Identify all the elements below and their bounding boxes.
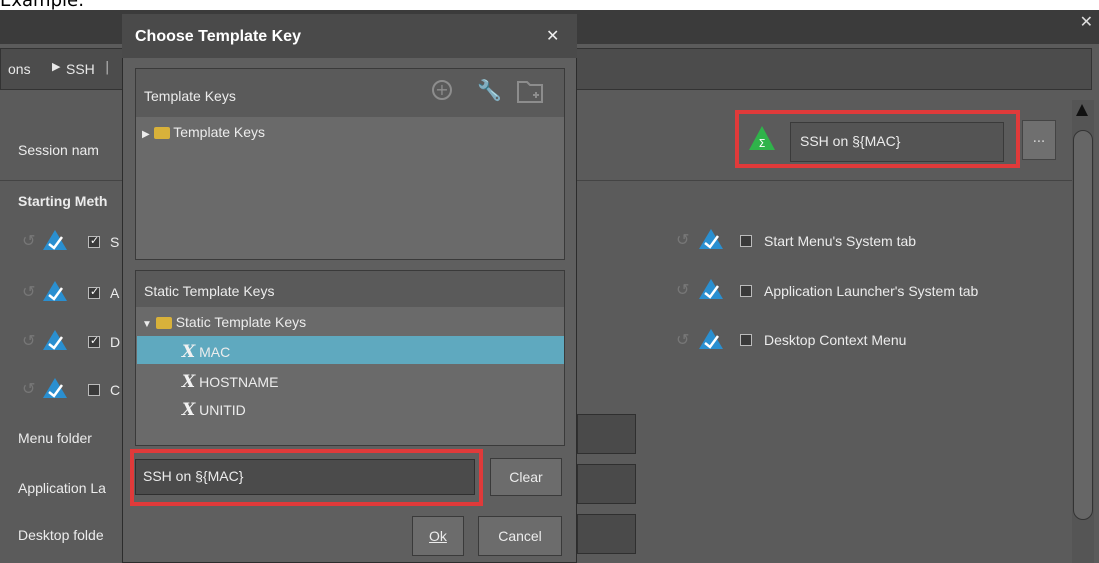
folder-icon bbox=[153, 127, 170, 140]
start-option-label: D bbox=[110, 334, 121, 350]
background-close-icon[interactable]: ✕ bbox=[1080, 12, 1093, 31]
start-option-checkbox[interactable] bbox=[88, 285, 100, 299]
checkmark-triangle-icon bbox=[699, 279, 723, 299]
reset-icon: ↺ bbox=[22, 282, 36, 301]
expand-arrow-icon[interactable]: ▶ bbox=[142, 129, 150, 140]
start-option-label: C bbox=[110, 382, 121, 398]
desktop-context-checkbox[interactable] bbox=[740, 334, 752, 346]
checkmark-triangle-icon bbox=[43, 378, 67, 398]
start-menu-checkbox[interactable] bbox=[740, 235, 752, 247]
cancel-button[interactable]: Cancel bbox=[478, 516, 562, 556]
start-option-checkbox[interactable] bbox=[88, 334, 100, 348]
new-folder-icon[interactable] bbox=[516, 78, 546, 104]
add-icon[interactable]: + bbox=[432, 80, 452, 100]
reset-icon: ↺ bbox=[22, 231, 36, 250]
desktop-context-label: Desktop Context Menu bbox=[764, 332, 907, 348]
static-template-keys-title: Static Template Keys bbox=[144, 283, 275, 299]
static-tree-root[interactable]: ▼ Static Template Keys bbox=[142, 314, 306, 330]
section-title: Starting Meth bbox=[18, 193, 108, 209]
breadcrumb-separator-icon: ▶ bbox=[52, 60, 61, 73]
desktop-folder-label: Desktop folde bbox=[18, 527, 104, 543]
reset-icon: ↺ bbox=[676, 330, 690, 349]
app-launcher-checkbox[interactable] bbox=[740, 285, 752, 297]
breadcrumb-separator-icon: | bbox=[105, 60, 110, 75]
tree-item[interactable]: X MAC bbox=[182, 342, 230, 362]
app-launcher-folder-input[interactable] bbox=[577, 464, 636, 504]
tree-item[interactable]: X HOSTNAME bbox=[182, 372, 278, 392]
folder-icon bbox=[155, 317, 172, 330]
tree-node-label: Template Keys bbox=[173, 124, 266, 140]
app-launcher-label: Application Launcher's System tab bbox=[764, 283, 979, 299]
checkmark-triangle-icon bbox=[43, 330, 67, 350]
wrench-icon[interactable]: 🔧 bbox=[477, 78, 502, 102]
breadcrumb-item[interactable]: ons bbox=[8, 61, 31, 77]
variable-x-icon: X bbox=[182, 372, 196, 392]
tree-node-label: Static Template Keys bbox=[175, 314, 307, 330]
variable-x-icon: X bbox=[182, 400, 196, 420]
menu-folder-input[interactable] bbox=[577, 414, 636, 454]
tree-item[interactable]: X UNITID bbox=[182, 400, 246, 420]
dialog-close-icon[interactable]: ✕ bbox=[546, 26, 559, 45]
reset-icon: ↺ bbox=[22, 379, 36, 398]
start-option-checkbox[interactable] bbox=[88, 234, 100, 248]
scroll-up-arrow-icon[interactable] bbox=[1076, 104, 1088, 116]
start-option-label: A bbox=[110, 285, 120, 301]
tree-item-label: HOSTNAME bbox=[199, 374, 279, 390]
checkmark-triangle-icon bbox=[43, 230, 67, 250]
browse-button[interactable]: ... bbox=[1022, 120, 1056, 160]
ok-label: Ok bbox=[429, 528, 447, 544]
template-keys-tree-root[interactable]: ▶ Template Keys bbox=[142, 124, 265, 140]
checkmark-triangle-icon bbox=[699, 329, 723, 349]
breadcrumb-item[interactable]: SSH bbox=[66, 61, 95, 77]
variable-x-icon: X bbox=[182, 342, 196, 362]
tree-item-label: MAC bbox=[199, 344, 231, 360]
checkmark-triangle-icon bbox=[43, 281, 67, 301]
clear-button[interactable]: Clear bbox=[490, 458, 562, 496]
reset-icon: ↺ bbox=[676, 280, 690, 299]
checkmark-triangle-icon bbox=[699, 229, 723, 249]
tree-item-label: UNITID bbox=[199, 402, 246, 418]
desktop-folder-input[interactable] bbox=[577, 514, 636, 554]
menu-folder-label: Menu folder bbox=[18, 430, 92, 446]
template-keys-title: Template Keys bbox=[144, 88, 236, 104]
app-launcher-folder-label: Application La bbox=[18, 480, 106, 496]
start-menu-label: Start Menu's System tab bbox=[764, 233, 917, 249]
start-option-label: S bbox=[110, 234, 120, 250]
ok-button[interactable]: Ok bbox=[412, 516, 464, 556]
start-option-checkbox[interactable] bbox=[88, 384, 100, 396]
highlight-box bbox=[735, 110, 1020, 168]
scrollbar-thumb[interactable] bbox=[1073, 130, 1093, 520]
highlight-box bbox=[130, 449, 483, 506]
reset-icon: ↺ bbox=[676, 230, 690, 249]
collapse-arrow-icon[interactable]: ▼ bbox=[142, 319, 152, 330]
reset-icon: ↺ bbox=[22, 331, 36, 350]
session-name-label: Session nam bbox=[18, 142, 99, 158]
dialog-title: Choose Template Key bbox=[135, 28, 301, 45]
